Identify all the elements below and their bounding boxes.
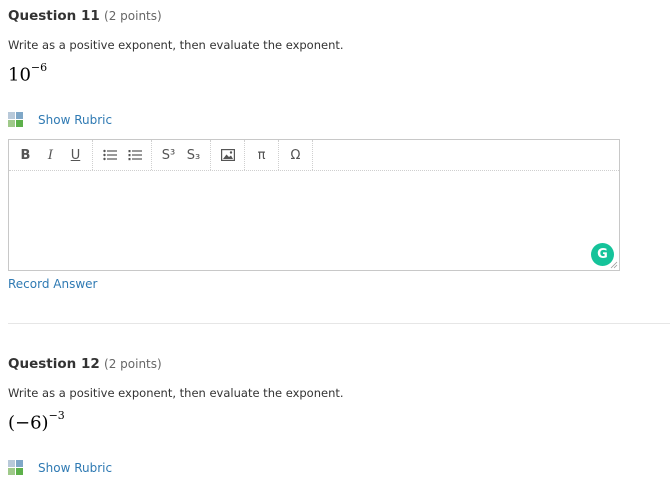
toolbar-group-image xyxy=(211,140,245,170)
rubric-icon xyxy=(8,460,23,475)
math-exponent: −6 xyxy=(30,61,48,74)
question-points: (2 points) xyxy=(104,9,162,23)
math-expression: 10−6 xyxy=(8,61,48,86)
italic-button[interactable]: I xyxy=(38,144,63,166)
show-rubric-row[interactable]: Show Rubric xyxy=(8,112,112,127)
rubric-icon xyxy=(8,112,23,127)
subscript-button[interactable]: S₃ xyxy=(181,144,206,166)
resize-handle-icon[interactable] xyxy=(610,261,618,269)
math-exponent: −3 xyxy=(48,409,65,422)
record-answer-link[interactable]: Record Answer xyxy=(8,277,97,291)
question-title: Question 11 xyxy=(8,8,100,24)
math-expression: (−6)−3 xyxy=(8,409,65,434)
toolbar-group-omega: Ω xyxy=(279,140,313,170)
bulleted-list-icon[interactable] xyxy=(97,144,122,166)
question-prompt: Write as a positive exponent, then evalu… xyxy=(8,386,344,400)
show-rubric-row[interactable]: Show Rubric xyxy=(8,460,112,475)
toolbar-group-format: B I U xyxy=(9,140,93,170)
pi-button[interactable]: π xyxy=(249,144,274,166)
answer-editor: B I U S³ S₃ π Ω G xyxy=(8,139,620,271)
numbered-list-icon[interactable] xyxy=(122,144,147,166)
math-base: (−6) xyxy=(8,412,49,434)
question-title: Question 12 xyxy=(8,356,100,372)
image-icon[interactable] xyxy=(215,144,240,166)
omega-button[interactable]: Ω xyxy=(283,144,308,166)
underline-button[interactable]: U xyxy=(63,144,88,166)
bold-button[interactable]: B xyxy=(13,144,38,166)
question-prompt: Write as a positive exponent, then evalu… xyxy=(8,38,344,52)
math-base: 10 xyxy=(8,64,31,86)
show-rubric-link[interactable]: Show Rubric xyxy=(38,461,112,475)
question-points: (2 points) xyxy=(104,357,162,371)
toolbar-group-script: S³ S₃ xyxy=(152,140,211,170)
question-divider xyxy=(8,323,670,324)
editor-text-area[interactable] xyxy=(9,171,619,270)
toolbar-group-pi: π xyxy=(245,140,279,170)
superscript-button[interactable]: S³ xyxy=(156,144,181,166)
question-header: Question 11 (2 points) xyxy=(8,8,162,24)
editor-toolbar: B I U S³ S₃ π Ω xyxy=(9,140,619,171)
show-rubric-link[interactable]: Show Rubric xyxy=(38,113,112,127)
question-header: Question 12 (2 points) xyxy=(8,356,162,372)
toolbar-group-lists xyxy=(93,140,152,170)
